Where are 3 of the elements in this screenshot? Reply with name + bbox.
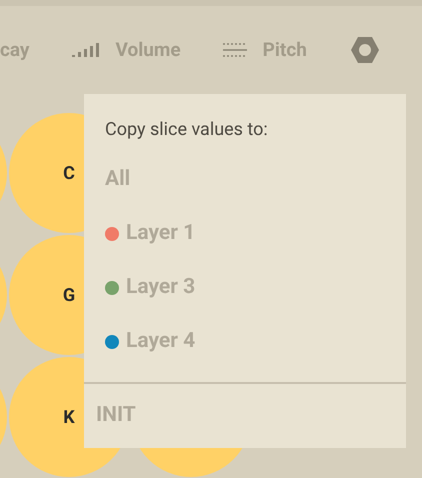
signal-bars-icon bbox=[72, 43, 100, 57]
dotted-lines-icon bbox=[222, 43, 247, 57]
hexagon-icon[interactable] bbox=[350, 37, 379, 63]
